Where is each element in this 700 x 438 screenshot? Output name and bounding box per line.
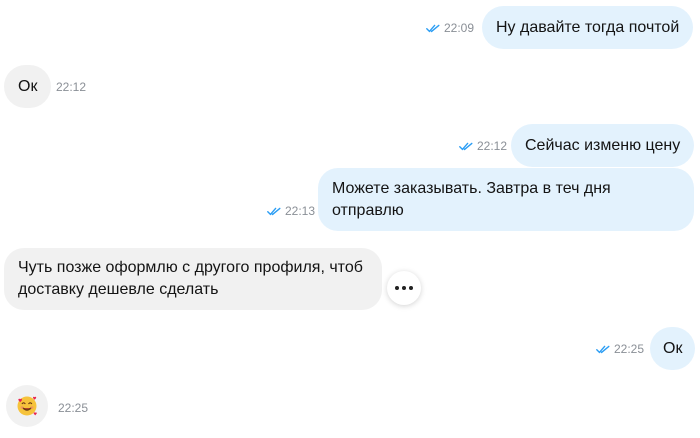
message-meta: 22:13 [267, 204, 315, 218]
message-time: 22:25 [614, 342, 645, 356]
more-horizontal-icon-dot [402, 286, 406, 290]
message-actions-button[interactable] [387, 271, 421, 305]
message-bubble-outgoing[interactable]: Сейчас изменю цену [511, 124, 695, 167]
message-meta: 22:09 [426, 21, 474, 35]
double-check-icon [426, 24, 440, 32]
message-text: Ок [663, 340, 683, 357]
message-time: 22:12 [477, 139, 508, 153]
message-text: Чуть позже оформлю с другого профиля, чт… [18, 259, 363, 298]
message-meta: 22:25 [596, 342, 644, 356]
message-bubble-outgoing[interactable]: Ну давайте тогда почтой [482, 6, 694, 49]
message-text: Ну давайте тогда почтой [496, 19, 680, 36]
more-horizontal-icon-dot [395, 286, 399, 290]
message-meta: 22:25 [58, 401, 88, 415]
message-bubble-outgoing[interactable]: Ок [650, 327, 696, 370]
message-meta: 22:12 [459, 139, 507, 153]
message-text: Сейчас изменю цену [525, 137, 681, 154]
message-time: 22:09 [444, 21, 475, 35]
double-check-icon [596, 345, 610, 353]
message-bubble-incoming[interactable]: Ок [4, 65, 52, 108]
message-meta: 22:12 [56, 80, 86, 94]
message-bubble-incoming[interactable]: Чуть позже оформлю с другого профиля, чт… [4, 248, 382, 310]
sticker-message[interactable] [6, 385, 48, 427]
double-check-icon [459, 142, 473, 150]
message-text: Можете заказывать. Завтра в теч дня отпр… [332, 180, 611, 219]
message-time: 22:25 [58, 401, 89, 415]
double-check-icon [267, 207, 281, 215]
more-horizontal-icon-dot [409, 286, 413, 290]
message-text: Ок [18, 78, 38, 95]
message-bubble-outgoing[interactable]: Можете заказывать. Завтра в теч дня отпр… [318, 168, 694, 231]
smiling-face-with-hearts-icon [17, 396, 37, 416]
message-time: 22:12 [56, 80, 87, 94]
message-time: 22:13 [285, 204, 316, 218]
